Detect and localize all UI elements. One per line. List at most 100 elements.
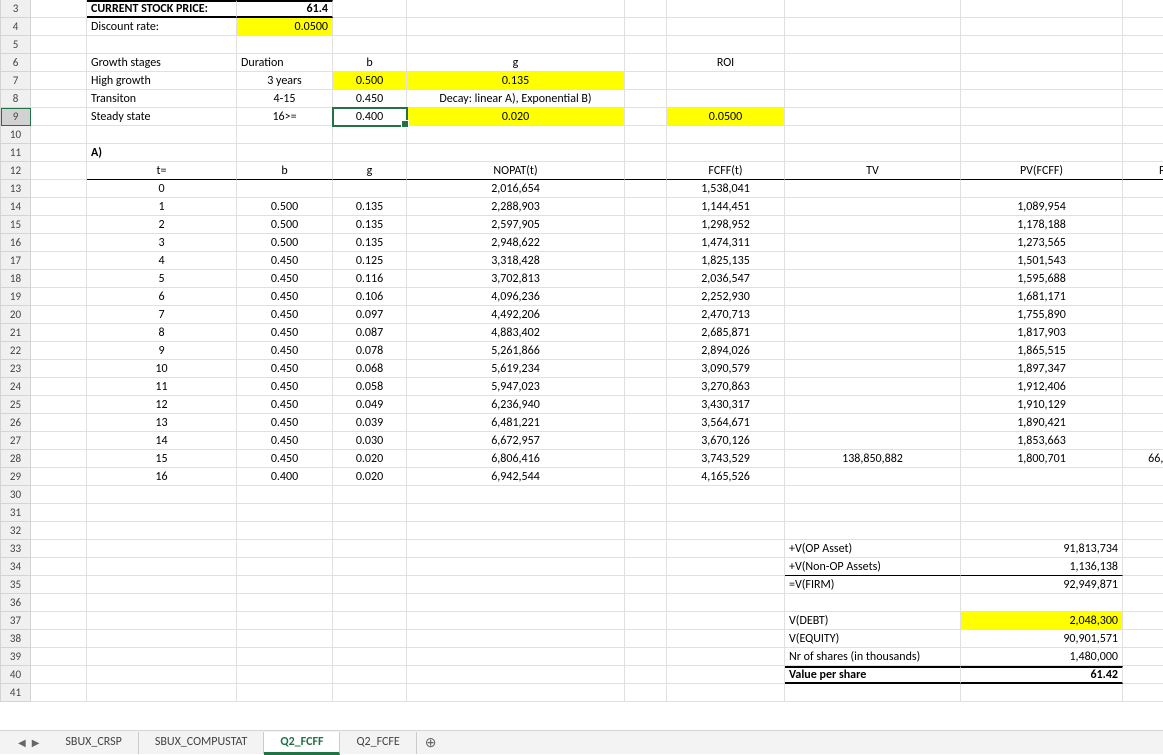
empty-cell[interactable]	[237, 630, 333, 648]
nopat-value[interactable]: 5,619,234	[407, 360, 625, 378]
fcff-value[interactable]: 2,894,026	[667, 342, 785, 360]
empty-cell[interactable]	[625, 648, 667, 666]
op-asset-value[interactable]: 91,813,734	[961, 540, 1123, 558]
empty-cell[interactable]	[625, 612, 667, 630]
empty-cell[interactable]	[667, 594, 785, 612]
fcff-value[interactable]: 3,743,529	[667, 450, 785, 468]
row-header[interactable]: 25	[1, 396, 31, 414]
t-value[interactable]: 4	[87, 252, 237, 270]
empty-cell[interactable]	[1123, 0, 1163, 18]
empty-cell[interactable]	[31, 378, 87, 396]
b-value[interactable]	[237, 180, 333, 198]
g-value[interactable]: 0.078	[333, 342, 407, 360]
empty-cell[interactable]	[237, 126, 333, 144]
row-header[interactable]: 6	[1, 54, 31, 72]
row-header[interactable]: 38	[1, 630, 31, 648]
tv-value[interactable]	[785, 180, 961, 198]
empty-cell[interactable]	[785, 486, 961, 504]
sheet-tab-sbux_crsp[interactable]: SBUX_CRSP	[49, 732, 138, 754]
g-value[interactable]: 0.106	[333, 288, 407, 306]
empty-cell[interactable]	[237, 144, 333, 162]
empty-cell[interactable]	[333, 648, 407, 666]
empty-cell[interactable]	[625, 342, 667, 360]
empty-cell[interactable]	[961, 72, 1123, 90]
empty-cell[interactable]	[1123, 522, 1163, 540]
empty-cell[interactable]	[667, 684, 785, 702]
empty-cell[interactable]	[31, 522, 87, 540]
empty-cell[interactable]	[407, 684, 625, 702]
tv-value[interactable]: 138,850,882	[785, 450, 961, 468]
empty-cell[interactable]	[625, 324, 667, 342]
empty-cell[interactable]	[333, 522, 407, 540]
t-value[interactable]: 12	[87, 396, 237, 414]
new-sheet-button[interactable]: ⊕	[417, 732, 445, 753]
empty-cell[interactable]	[667, 486, 785, 504]
pvtv-value[interactable]	[1123, 378, 1163, 396]
empty-cell[interactable]	[31, 684, 87, 702]
sheet-tab-sbux_compustat[interactable]: SBUX_COMPUSTAT	[139, 732, 265, 754]
empty-cell[interactable]	[237, 684, 333, 702]
empty-cell[interactable]	[667, 522, 785, 540]
empty-cell[interactable]	[87, 522, 237, 540]
row-header[interactable]: 20	[1, 306, 31, 324]
fcff-value[interactable]: 1,825,135	[667, 252, 785, 270]
row-header[interactable]: 35	[1, 576, 31, 594]
empty-cell[interactable]	[333, 0, 407, 18]
empty-cell[interactable]	[1123, 594, 1163, 612]
empty-cell[interactable]	[625, 72, 667, 90]
empty-cell[interactable]	[31, 162, 87, 180]
g-value[interactable]: 0.068	[333, 360, 407, 378]
pvtv-value[interactable]	[1123, 216, 1163, 234]
empty-cell[interactable]	[31, 126, 87, 144]
empty-cell[interactable]	[961, 126, 1123, 144]
t-value[interactable]: 10	[87, 360, 237, 378]
empty-cell[interactable]	[1123, 504, 1163, 522]
row-header[interactable]: 26	[1, 414, 31, 432]
fcff-value[interactable]: 1,538,041	[667, 180, 785, 198]
empty-cell[interactable]	[1123, 540, 1163, 558]
empty-cell[interactable]	[667, 648, 785, 666]
row-header[interactable]: 23	[1, 360, 31, 378]
nopat-value[interactable]: 6,672,957	[407, 432, 625, 450]
empty-cell[interactable]	[667, 144, 785, 162]
empty-cell[interactable]	[625, 126, 667, 144]
nopat-value[interactable]: 4,096,236	[407, 288, 625, 306]
empty-cell[interactable]	[31, 324, 87, 342]
empty-cell[interactable]	[625, 198, 667, 216]
empty-cell[interactable]	[667, 576, 785, 594]
pvfcff-value[interactable]: 1,501,543	[961, 252, 1123, 270]
pvfcff-value[interactable]	[961, 468, 1123, 486]
empty-cell[interactable]	[87, 36, 237, 54]
empty-cell[interactable]	[237, 522, 333, 540]
fcff-value[interactable]: 2,470,713	[667, 306, 785, 324]
empty-cell[interactable]	[961, 0, 1123, 18]
fcff-value[interactable]: 1,144,451	[667, 198, 785, 216]
row-header[interactable]: 24	[1, 378, 31, 396]
empty-cell[interactable]	[785, 504, 961, 522]
empty-cell[interactable]	[961, 594, 1123, 612]
nopat-value[interactable]: 6,236,940	[407, 396, 625, 414]
empty-cell[interactable]	[625, 144, 667, 162]
empty-cell[interactable]	[31, 540, 87, 558]
empty-cell[interactable]	[785, 108, 961, 126]
nopat-value[interactable]: 6,942,544	[407, 468, 625, 486]
empty-cell[interactable]	[333, 594, 407, 612]
debt-value[interactable]: 2,048,300	[961, 612, 1123, 630]
steady-duration[interactable]: 16>=	[237, 108, 333, 126]
nopat-value[interactable]: 2,597,905	[407, 216, 625, 234]
empty-cell[interactable]	[31, 72, 87, 90]
tv-value[interactable]	[785, 324, 961, 342]
g-value[interactable]: 0.135	[333, 216, 407, 234]
empty-cell[interactable]	[31, 180, 87, 198]
tv-value[interactable]	[785, 306, 961, 324]
empty-cell[interactable]	[625, 666, 667, 684]
fcff-value[interactable]: 3,670,126	[667, 432, 785, 450]
empty-cell[interactable]	[785, 90, 961, 108]
b-value[interactable]: 0.500	[237, 216, 333, 234]
col-b[interactable]: b	[237, 162, 333, 180]
shares-label[interactable]: Nr of shares (in thousands)	[785, 648, 961, 666]
row-header[interactable]: 22	[1, 342, 31, 360]
steady-b[interactable]: 0.400	[333, 108, 407, 126]
empty-cell[interactable]	[625, 594, 667, 612]
pvfcff-value[interactable]: 1,178,188	[961, 216, 1123, 234]
